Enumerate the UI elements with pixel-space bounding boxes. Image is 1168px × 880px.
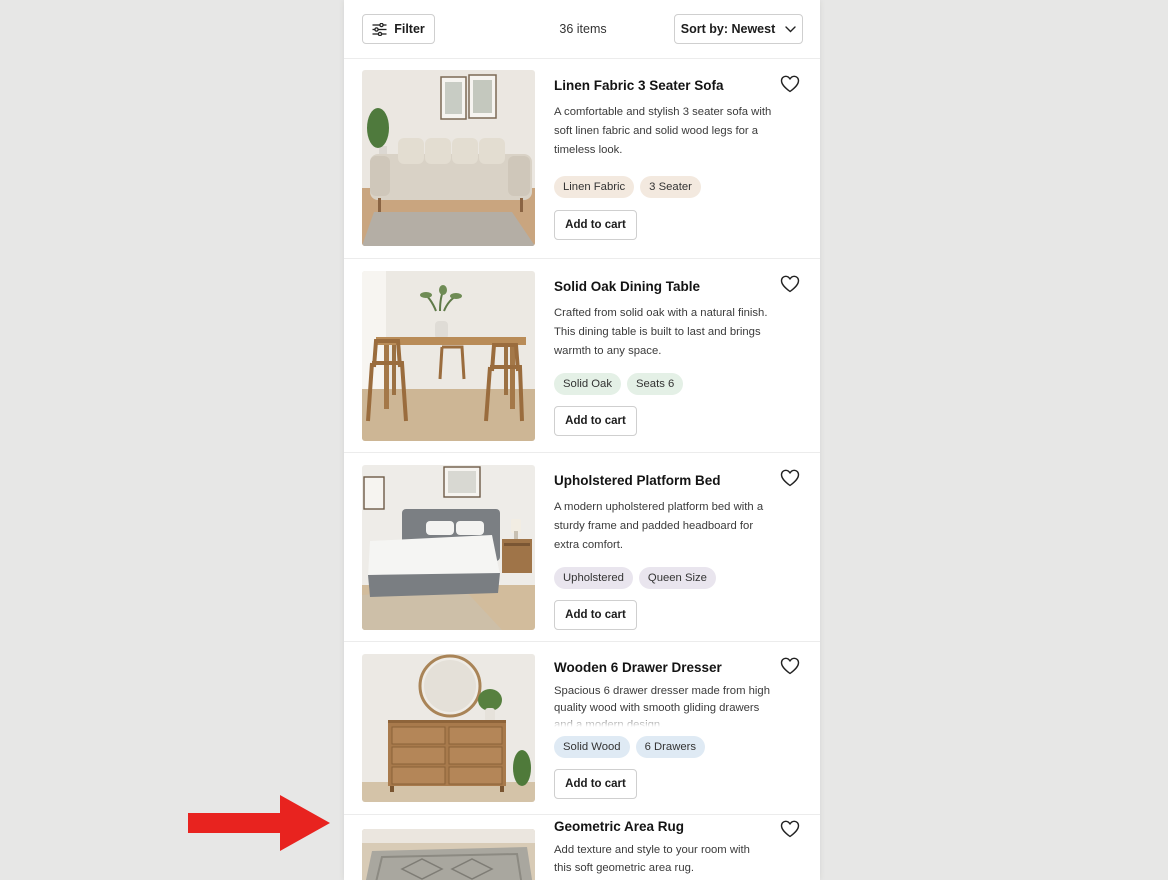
heart-icon[interactable]: [780, 469, 800, 487]
sofa-photo[interactable]: [362, 70, 535, 246]
heart-icon[interactable]: [780, 275, 800, 293]
product-title[interactable]: Linen Fabric 3 Seater Sofa: [554, 78, 724, 93]
product-title[interactable]: Solid Oak Dining Table: [554, 279, 700, 294]
product-tag: Queen Size: [638, 567, 716, 589]
red-arrow-annotation: [188, 795, 330, 851]
product-card: Wooden 6 Drawer Dresser Spacious 6 drawe…: [344, 642, 820, 814]
add-to-cart-button[interactable]: Add to cart: [554, 406, 637, 436]
product-title[interactable]: Geometric Area Rug: [554, 819, 684, 834]
dresser-photo[interactable]: [362, 654, 535, 802]
dining-table-photo[interactable]: [362, 271, 535, 441]
product-description: Crafted from solid oak with a natural fi…: [554, 307, 768, 357]
product-description: A comfortable and stylish 3 seater sofa …: [554, 106, 772, 156]
heart-icon[interactable]: [780, 820, 800, 838]
product-tag: 6 Drawers: [635, 736, 706, 758]
bed-photo[interactable]: [362, 465, 535, 630]
product-title[interactable]: Wooden 6 Drawer Dresser: [554, 660, 722, 675]
product-card: Linen Fabric 3 Seater Sofa A comfortable…: [344, 0, 820, 258]
product-tag: Upholstered: [554, 567, 633, 589]
add-to-cart-button[interactable]: Add to cart: [554, 210, 637, 240]
heart-icon[interactable]: [780, 75, 800, 93]
product-tag: Solid Oak: [554, 373, 621, 395]
add-to-cart-button[interactable]: Add to cart: [554, 769, 637, 799]
product-card: Solid Oak Dining Table Crafted from soli…: [344, 259, 820, 452]
product-description: Add texture and style to your room with …: [554, 844, 750, 874]
product-card: Geometric Area Rug Add texture and style…: [344, 815, 820, 880]
product-tag: Seats 6: [626, 373, 684, 395]
product-tags: Upholstered Queen Size: [554, 567, 716, 589]
product-description: Spacious 6 drawer dresser made from high…: [554, 683, 776, 727]
product-tag: Linen Fabric: [554, 176, 635, 198]
product-tags: Solid Wood 6 Drawers: [554, 736, 706, 758]
product-title[interactable]: Upholstered Platform Bed: [554, 473, 721, 488]
product-description: A modern upholstered platform bed with a…: [554, 501, 764, 551]
heart-icon[interactable]: [780, 657, 800, 675]
rug-photo[interactable]: [362, 829, 535, 880]
add-to-cart-button[interactable]: Add to cart: [554, 600, 637, 630]
product-tags: Linen Fabric 3 Seater: [554, 176, 701, 198]
product-tag: 3 Seater: [640, 176, 701, 198]
product-card: Upholstered Platform Bed A modern uphols…: [344, 453, 820, 641]
product-tag: Solid Wood: [554, 736, 630, 758]
product-tags: Solid Oak Seats 6: [554, 373, 684, 395]
product-list-panel: Filter 36 items Sort by: Newest Linen Fa…: [344, 0, 820, 880]
